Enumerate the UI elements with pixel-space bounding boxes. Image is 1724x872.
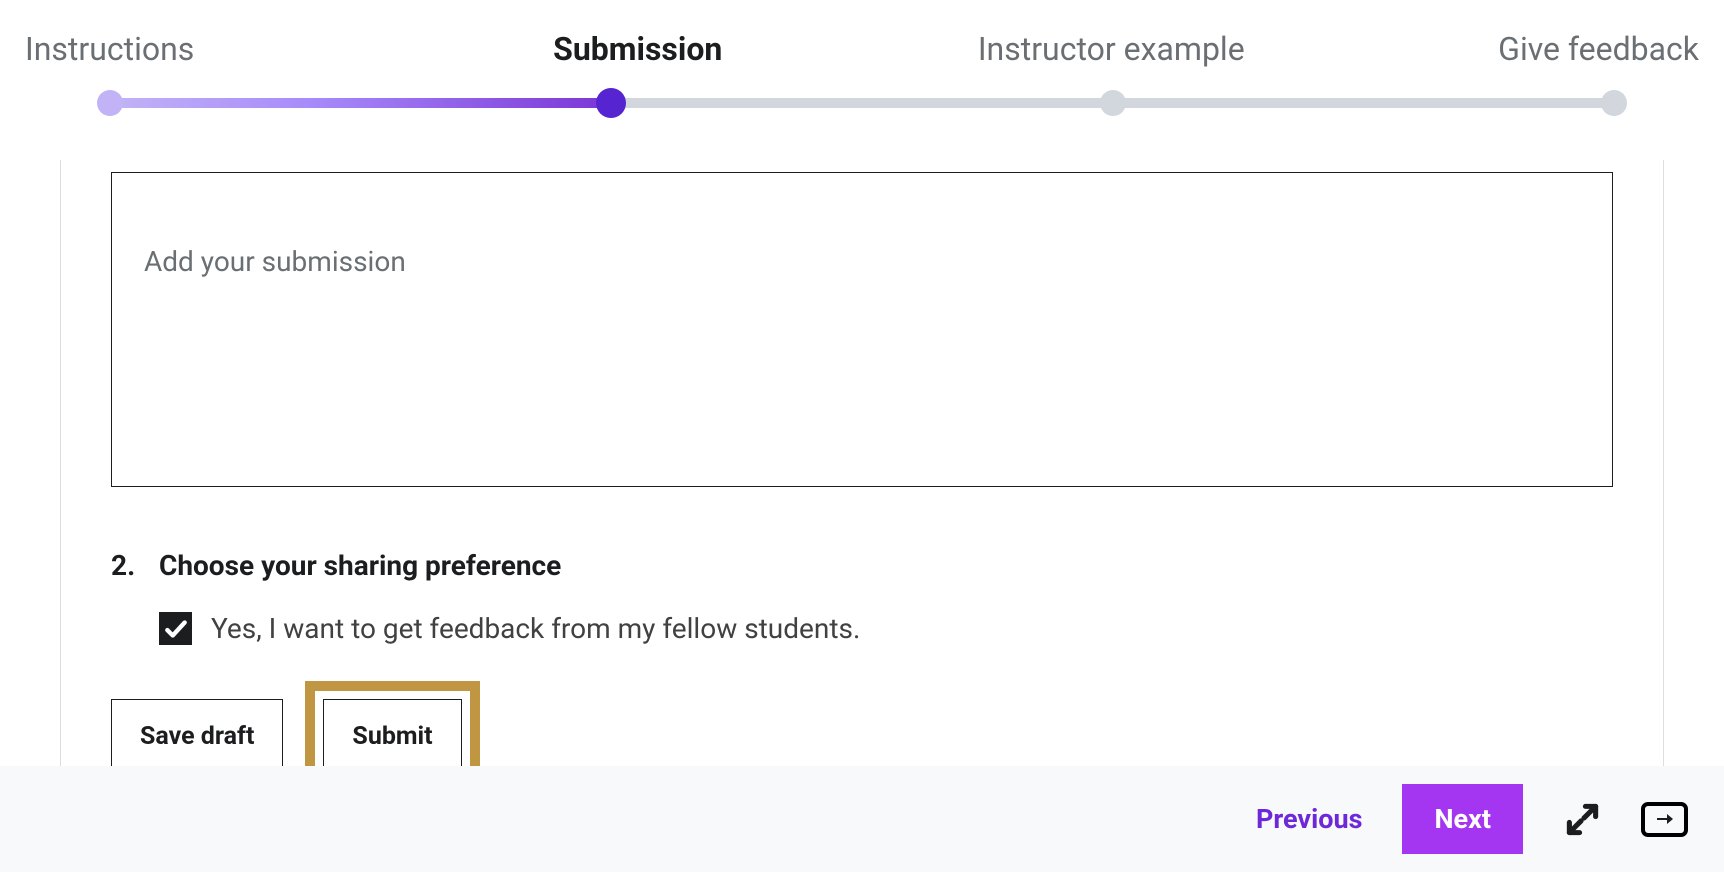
step-submission[interactable]: Submission — [429, 30, 848, 68]
submit-button[interactable]: Submit — [323, 699, 461, 774]
share-preference-row[interactable]: Yes, I want to get feedback from my fell… — [159, 612, 1613, 645]
fullscreen-icon[interactable] — [1641, 802, 1688, 837]
section-title: Choose your sharing preference — [159, 549, 561, 582]
step-instructions[interactable]: Instructions — [25, 30, 444, 68]
track-fill — [110, 98, 611, 108]
step-labels: Instructions Submission Instructor examp… — [25, 30, 1699, 68]
submission-placeholder: Add your submission — [144, 245, 1580, 278]
section-2-heading: 2. Choose your sharing preference — [111, 549, 1613, 582]
submission-editor[interactable]: Add your submission — [111, 172, 1613, 487]
step-dot-1 — [97, 90, 123, 116]
section-number: 2. — [111, 549, 139, 582]
checkbox-checked-icon[interactable] — [159, 612, 192, 645]
expand-icon[interactable] — [1563, 800, 1601, 838]
step-instructor-example[interactable]: Instructor example — [902, 30, 1321, 68]
previous-button[interactable]: Previous — [1256, 803, 1363, 835]
step-dot-3 — [1100, 90, 1126, 116]
step-give-feedback[interactable]: Give feedback — [1281, 30, 1700, 68]
submission-card: Add your submission 2. Choose your shari… — [60, 160, 1664, 822]
progress-stepper: Instructions Submission Instructor examp… — [0, 0, 1724, 120]
step-dot-4 — [1601, 90, 1627, 116]
step-track — [110, 90, 1614, 120]
step-dot-2 — [596, 88, 626, 118]
next-button[interactable]: Next — [1402, 784, 1523, 854]
footer-bar: Previous Next — [0, 766, 1724, 872]
share-preference-label: Yes, I want to get feedback from my fell… — [211, 612, 860, 645]
save-draft-button[interactable]: Save draft — [111, 699, 283, 774]
